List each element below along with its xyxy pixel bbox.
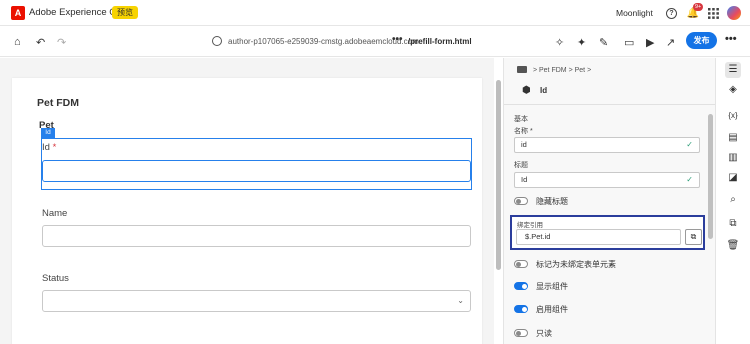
beta-badge: 预览	[112, 6, 138, 19]
url-more-icon[interactable]: •••	[392, 34, 403, 45]
chevron-down-icon: ⌄	[457, 296, 464, 305]
apps-grid-icon[interactable]	[706, 6, 720, 20]
properties-scrollbar[interactable]	[708, 114, 713, 239]
id-input[interactable]	[42, 160, 471, 182]
org-switcher[interactable]: Moonlight	[616, 8, 653, 18]
name-field[interactable]: id ✓	[514, 137, 700, 153]
show-component-label: 显示组件	[536, 281, 568, 291]
show-component-toggle-row[interactable]: 显示组件	[514, 280, 568, 292]
id-field-label: Id *	[42, 142, 56, 153]
breadcrumb-item-panel[interactable]: Pet	[575, 67, 586, 74]
crumb-sep: >	[587, 67, 592, 74]
breadcrumb: > Pet FDM > Pet >	[517, 66, 591, 74]
selected-component-badge: Id	[41, 128, 55, 138]
hide-title-label: 隐藏标题	[536, 196, 568, 206]
properties-icon[interactable]: ☰	[725, 62, 741, 78]
status-select[interactable]: ⌄	[42, 290, 471, 312]
variables-icon[interactable]: {x}	[725, 108, 741, 124]
name-input[interactable]	[42, 225, 471, 247]
breadcrumb-item-form[interactable]: Pet FDM	[539, 67, 567, 74]
name-label: 名称 *	[514, 126, 533, 136]
hide-title-toggle-row[interactable]: 隐藏标题	[514, 195, 568, 207]
bind-reference-input[interactable]: $.Pet.id	[516, 229, 681, 245]
search-icon[interactable]: ⌕	[725, 192, 741, 208]
copy-icon[interactable]: ⧉	[725, 216, 741, 232]
mark-unbound-label: 标记为未绑定表单元素	[536, 259, 616, 269]
bind-reference-group: 绑定引用 $.Pet.id ⧉	[510, 215, 705, 250]
checkmark-icon: ✓	[686, 140, 693, 149]
play-icon[interactable]: ▶	[646, 36, 654, 49]
edit-icon[interactable]: ✎	[599, 36, 608, 49]
hide-title-toggle[interactable]	[514, 197, 528, 205]
publish-button[interactable]: 发布	[686, 32, 717, 49]
url-path: /prefill-form.html	[408, 37, 472, 46]
layers-icon[interactable]: ◈	[725, 82, 741, 98]
folder-icon[interactable]	[517, 66, 527, 73]
status-field-label: Status	[42, 273, 69, 284]
title-value: Id	[521, 175, 528, 184]
help-icon[interactable]: ?	[666, 8, 677, 19]
enable-component-label: 启用组件	[536, 304, 568, 314]
name-label-text: 名称	[514, 128, 528, 135]
delete-icon[interactable]: 🗑	[725, 238, 741, 254]
user-avatar[interactable]	[727, 6, 741, 20]
document-icon[interactable]: ▥	[725, 150, 741, 166]
readonly-toggle[interactable]	[514, 329, 528, 337]
divider	[504, 104, 716, 105]
wand-icon[interactable]: ✧	[555, 36, 564, 49]
bind-reference-browse-icon[interactable]: ⧉	[685, 229, 702, 245]
required-marker: *	[52, 142, 57, 153]
more-options-icon[interactable]: •••	[725, 33, 737, 45]
canvas-scrollbar[interactable]	[496, 80, 501, 270]
globe-icon	[212, 36, 222, 46]
readonly-label: 只读	[536, 328, 552, 338]
name-value: id	[521, 140, 527, 149]
form-card: Pet FDM Pet Id Id * Name Status ⌄	[12, 78, 482, 344]
home-icon[interactable]: ⌂	[14, 36, 21, 48]
title-field[interactable]: Id ✓	[514, 172, 700, 188]
editor-toolbar: ⌂ ↶ ↷ author-p107065-e259039-cmstg.adobe…	[0, 27, 750, 57]
form-title[interactable]: Pet FDM	[37, 97, 79, 109]
section-basic-label[interactable]: 基本	[514, 114, 528, 124]
form-canvas: Pet FDM Pet Id Id * Name Status ⌄	[0, 58, 494, 344]
properties-panel: > Pet FDM > Pet > ⬢ Id 基本 名称 * id ✓ 标题 Id…	[503, 58, 716, 344]
right-rail: ☰ ◈ {x} ▤ ▥ ◪ ⌕ ⧉ 🗑	[715, 58, 750, 344]
title-label: 标题	[514, 162, 528, 169]
name-required-marker: *	[529, 128, 533, 135]
bind-reference-label: 绑定引用	[517, 222, 543, 229]
adobe-logo-icon[interactable]: A	[11, 6, 25, 20]
notification-count-badge: 9+	[693, 3, 704, 11]
redo-icon[interactable]: ↷	[57, 36, 66, 49]
show-component-toggle[interactable]	[514, 282, 528, 290]
component-cube-icon: ⬢	[522, 85, 531, 96]
checkmark-icon: ✓	[686, 175, 693, 184]
data-source-icon[interactable]: ▤	[725, 130, 741, 146]
magic-icon[interactable]: ✦	[577, 36, 586, 49]
name-field-label: Name	[42, 208, 68, 219]
crumb-sep: >	[532, 67, 538, 74]
enable-component-toggle[interactable]	[514, 305, 528, 313]
top-bar: A Adobe Experience Cloud 预览 Moonlight ? …	[0, 0, 750, 26]
mark-unbound-toggle-row[interactable]: 标记为未绑定表单元素	[514, 258, 616, 270]
adobe-logo-letter: A	[14, 8, 22, 18]
url-host: author-p107065-e259039-cmstg.adobeaemclo…	[228, 37, 419, 46]
apps-grid-glyph	[707, 7, 719, 19]
undo-icon[interactable]: ↶	[36, 36, 45, 49]
mark-unbound-toggle[interactable]	[514, 260, 528, 268]
id-field-label-text: Id	[42, 142, 50, 153]
enable-component-toggle-row[interactable]: 启用组件	[514, 303, 568, 315]
share-icon[interactable]: ↗	[666, 36, 675, 49]
crumb-sep: >	[568, 67, 573, 74]
desktop-icon[interactable]: ▭	[624, 36, 634, 49]
component-name: Id	[540, 86, 548, 95]
overlay-icon[interactable]: ◪	[725, 170, 741, 186]
readonly-toggle-row[interactable]: 只读	[514, 327, 552, 339]
